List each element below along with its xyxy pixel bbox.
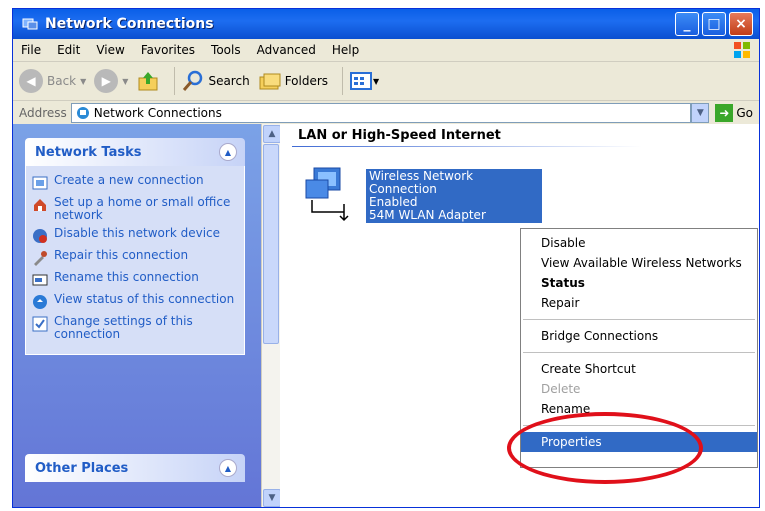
menu-advanced[interactable]: Advanced bbox=[249, 43, 324, 57]
views-icon bbox=[350, 72, 373, 90]
minimize-button[interactable]: _ bbox=[675, 12, 699, 36]
task-label: Repair this connection bbox=[54, 248, 189, 262]
menu-edit[interactable]: Edit bbox=[49, 43, 88, 57]
menu-bar: File Edit View Favorites Tools Advanced … bbox=[13, 39, 759, 62]
network-tasks-list: Create a new connection Set up a home or… bbox=[25, 166, 245, 355]
network-connections-icon bbox=[76, 107, 89, 119]
menu-item-status[interactable]: Status bbox=[521, 273, 757, 293]
menu-item-bridge-connections[interactable]: Bridge Connections bbox=[521, 326, 757, 346]
address-label: Address bbox=[19, 106, 67, 120]
task-label: View status of this connection bbox=[54, 292, 235, 306]
toolbar-separator bbox=[174, 67, 176, 95]
menu-file[interactable]: File bbox=[13, 43, 49, 57]
task-view-status[interactable]: View status of this connection bbox=[32, 293, 238, 310]
search-button[interactable]: Search bbox=[181, 69, 250, 93]
other-places-header[interactable]: Other Places ▲ bbox=[25, 454, 245, 482]
forward-button[interactable]: ▶ ▼ bbox=[94, 69, 128, 93]
red-highlight-ellipse bbox=[507, 412, 703, 484]
back-arrow-icon: ◀ bbox=[19, 69, 43, 93]
up-folder-icon bbox=[138, 72, 158, 91]
address-input[interactable]: Network Connections bbox=[70, 103, 692, 123]
back-label: Back bbox=[47, 74, 77, 88]
vertical-scrollbar[interactable]: ▲ ▼ bbox=[261, 124, 281, 507]
collapse-icon[interactable]: ▲ bbox=[219, 459, 237, 477]
task-pane: Network Tasks ▲ Create a new connection … bbox=[13, 124, 261, 507]
menu-item-delete: Delete bbox=[541, 382, 581, 396]
task-create-connection[interactable]: Create a new connection bbox=[32, 174, 238, 191]
network-tasks-header[interactable]: Network Tasks ▲ bbox=[25, 138, 245, 166]
repair-icon bbox=[34, 251, 47, 266]
up-folder-button[interactable] bbox=[136, 69, 160, 93]
address-bar: Address Network Connections ▼ ➜ Go bbox=[13, 101, 759, 126]
address-dropdown-button[interactable]: ▼ bbox=[691, 103, 710, 123]
menu-separator bbox=[523, 352, 755, 353]
scroll-up-button[interactable]: ▲ bbox=[263, 125, 281, 143]
toolbar-separator bbox=[342, 67, 344, 95]
menu-item-repair[interactable]: Repair bbox=[521, 293, 757, 313]
windows-logo-icon bbox=[734, 42, 750, 58]
group-divider bbox=[292, 146, 642, 147]
new-connection-icon bbox=[32, 176, 48, 190]
folders-button[interactable]: Folders bbox=[258, 69, 328, 93]
menu-separator bbox=[523, 319, 755, 320]
network-tasks-title: Network Tasks bbox=[35, 144, 142, 160]
maximize-button[interactable]: □ bbox=[702, 12, 726, 36]
back-button[interactable]: ◀ Back ▼ bbox=[19, 69, 86, 93]
menu-favorites[interactable]: Favorites bbox=[133, 43, 203, 57]
home-network-icon bbox=[34, 199, 46, 211]
task-label: Change settings of this connection bbox=[54, 314, 193, 341]
address-value: Network Connections bbox=[93, 106, 222, 120]
go-button[interactable]: ➜ Go bbox=[715, 104, 753, 122]
wireless-network-icon[interactable] bbox=[302, 164, 362, 224]
other-places-title: Other Places bbox=[35, 460, 129, 476]
folders-icon bbox=[259, 73, 281, 90]
network-tasks-panel: Network Tasks ▲ Create a new connection … bbox=[25, 138, 245, 355]
other-places-panel: Other Places ▲ bbox=[25, 454, 245, 482]
wireless-connection-label[interactable]: Wireless Network Connection Enabled 54M … bbox=[366, 169, 542, 223]
network-connections-icon bbox=[22, 18, 38, 30]
title-bar[interactable]: Network Connections _ □ × bbox=[13, 9, 759, 39]
task-label: Set up a home or small office network bbox=[54, 195, 231, 222]
close-button[interactable]: × bbox=[729, 12, 753, 36]
task-label: Create a new connection bbox=[54, 173, 204, 187]
menu-tools[interactable]: Tools bbox=[203, 43, 249, 57]
menu-item-create-shortcut[interactable]: Create Shortcut bbox=[521, 359, 757, 379]
menu-item-view-wireless-networks[interactable]: View Available Wireless Networks bbox=[521, 253, 757, 273]
task-disable-device[interactable]: Disable this network device bbox=[32, 227, 238, 244]
folders-label: Folders bbox=[284, 74, 329, 88]
search-icon bbox=[183, 70, 203, 91]
group-header: LAN or High-Speed Internet bbox=[298, 128, 501, 143]
toolbar: ◀ Back ▼ ▶ ▼ Search Folders ▼ bbox=[13, 62, 759, 101]
go-arrow-icon: ➜ bbox=[715, 104, 734, 122]
menu-help[interactable]: Help bbox=[324, 43, 367, 57]
task-rename-connection[interactable]: Rename this connection bbox=[32, 271, 238, 288]
menu-view[interactable]: View bbox=[88, 43, 132, 57]
settings-icon bbox=[32, 316, 48, 332]
connection-adapter: 54M WLAN Adapter bbox=[369, 208, 486, 222]
go-label: Go bbox=[736, 106, 753, 120]
task-label: Rename this connection bbox=[54, 270, 199, 284]
task-repair-connection[interactable]: Repair this connection bbox=[32, 249, 238, 266]
status-icon bbox=[33, 295, 47, 309]
task-label: Disable this network device bbox=[54, 226, 221, 240]
collapse-icon[interactable]: ▲ bbox=[219, 143, 237, 161]
forward-arrow-icon: ▶ bbox=[94, 69, 119, 93]
task-home-network[interactable]: Set up a home or small office network bbox=[32, 196, 238, 222]
scroll-thumb[interactable] bbox=[263, 144, 279, 344]
menu-item-disable[interactable]: Disable bbox=[521, 233, 757, 253]
scroll-down-button[interactable]: ▼ bbox=[263, 489, 281, 507]
rename-icon bbox=[32, 274, 48, 286]
views-button[interactable]: ▼ bbox=[349, 69, 379, 93]
search-label: Search bbox=[208, 74, 250, 88]
task-change-settings[interactable]: Change settings of this connection bbox=[32, 315, 238, 341]
disable-network-icon bbox=[33, 229, 47, 243]
connection-name: Wireless Network Connection bbox=[369, 169, 474, 196]
window-title: Network Connections bbox=[45, 16, 214, 32]
